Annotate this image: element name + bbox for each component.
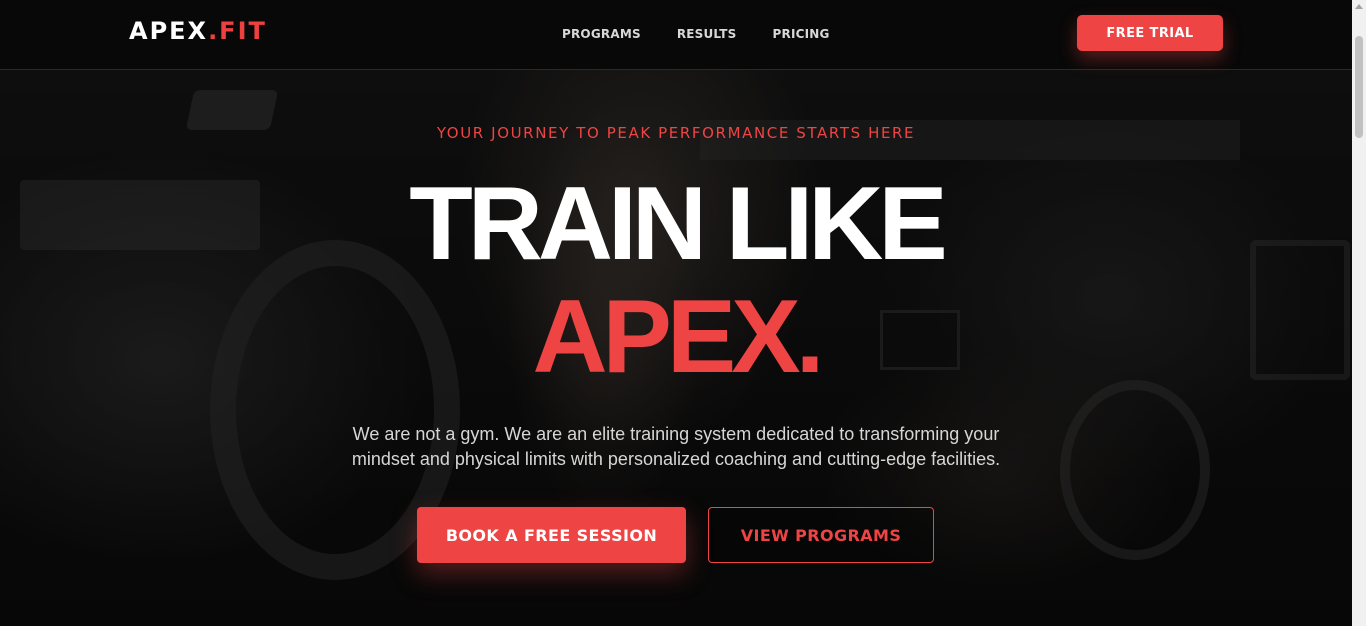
- page-scrollbar[interactable]: [1352, 0, 1366, 626]
- book-free-session-button[interactable]: BOOK A FREE SESSION: [417, 507, 686, 563]
- view-programs-button[interactable]: VIEW PROGRAMS: [708, 507, 934, 563]
- hero-description: We are not a gym. We are an elite traini…: [351, 424, 1001, 469]
- nav-menu: PROGRAMS RESULTS PRICING: [562, 27, 830, 41]
- hero-headline-line1: TRAIN LIKE: [409, 166, 948, 282]
- free-trial-button[interactable]: FREE TRIAL: [1077, 15, 1223, 51]
- nav-link-results[interactable]: RESULTS: [677, 27, 737, 41]
- hero-headline-line2: APEX.: [532, 279, 824, 395]
- nav-link-programs[interactable]: PROGRAMS: [562, 27, 641, 41]
- brand-logo[interactable]: APEX.FIT: [129, 17, 267, 45]
- logo-text-accent: .FIT: [208, 17, 267, 45]
- scroll-up-arrow-icon[interactable]: [1355, 4, 1363, 9]
- hero-eyebrow: YOUR JOURNEY TO PEAK PERFORMANCE STARTS …: [436, 124, 916, 142]
- logo-text-main: APEX: [129, 17, 209, 45]
- scrollbar-thumb[interactable]: [1355, 36, 1363, 138]
- nav-link-pricing[interactable]: PRICING: [773, 27, 830, 41]
- top-navbar: APEX.FIT PROGRAMS RESULTS PRICING FREE T…: [0, 0, 1352, 70]
